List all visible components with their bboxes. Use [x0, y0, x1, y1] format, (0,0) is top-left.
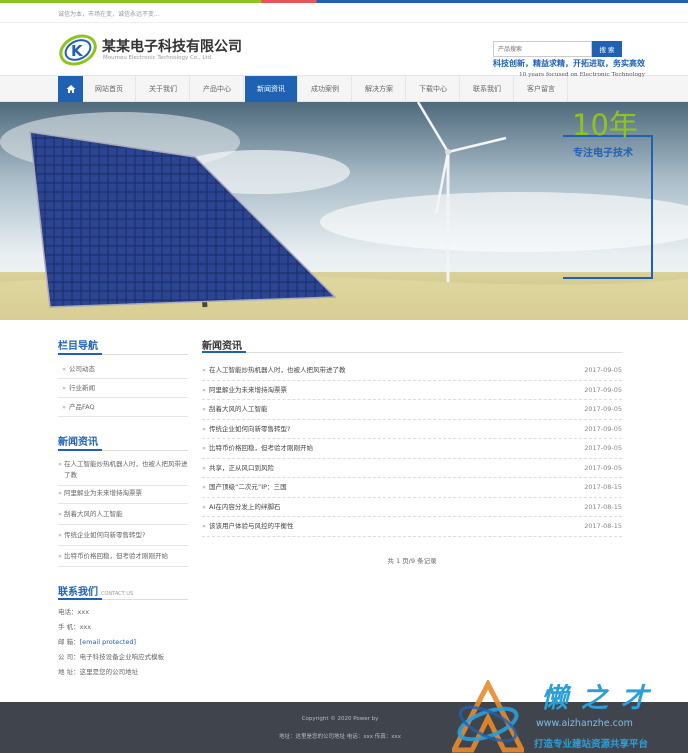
sidebar-item-company-news[interactable]: 公司动态 [58, 360, 188, 379]
contact-title-en: CONTACT US [101, 591, 134, 597]
news-title-link[interactable]: 比特币价格回稳，但考验才刚刚开始 [202, 439, 313, 458]
contact-email-label: 邮 箱： [58, 638, 80, 646]
news-row[interactable]: AI在内容分发上的绊脚石 2017-08-15 [202, 498, 622, 517]
sidebar-news-title: 新闻资讯 [58, 437, 98, 448]
banner-years: 10年 [572, 108, 638, 142]
news-date: 2017-09-05 [584, 366, 622, 374]
news-date: 2017-09-05 [584, 424, 622, 433]
watermark-slogan: 打造专业建站资源共享平台 [534, 739, 649, 750]
sidebar-contact-title: 联系我们 CONTACT US [58, 583, 133, 598]
sidebar-news-item[interactable]: 阿里解业为未来增持淘票票 [58, 485, 188, 504]
news-title-link[interactable]: 共享，正从风口到风险 [202, 459, 274, 478]
news-date: 2017-09-05 [584, 463, 622, 472]
contact-phone: 电话：xxx [58, 606, 89, 616]
banner-headline: 科技创新，精益求精，开拓进取，务实高效 [493, 59, 645, 68]
contact-address-value: 这里是您的公司地址 [79, 668, 139, 676]
news-date: 2017-09-05 [584, 444, 622, 452]
contact-phone-value: xxx [77, 608, 90, 616]
contact-address: 地 址：这里是您的公司地址 [58, 666, 138, 676]
search-input[interactable] [493, 41, 592, 57]
news-row[interactable]: 该该用户体验与风控的平衡性 2017-08-15 [202, 517, 622, 537]
main-nav: 网站首页 关于我们 产品中心 新闻资讯 成功案例 解决方案 下载中心 联系我们 … [0, 75, 688, 102]
sidebar-contact-divider [58, 598, 188, 600]
news-date: 2017-09-05 [584, 405, 622, 413]
nav-item-about[interactable]: 关于我们 [137, 76, 190, 102]
top-slogan: 诚信为本，市场在变，诚信永远不变... [58, 11, 160, 18]
news-row[interactable]: 刮着大风的人工智能 2017-09-05 [202, 400, 622, 420]
nav-item-downloads[interactable]: 下载中心 [407, 76, 460, 102]
home-icon [66, 85, 75, 93]
company-english-name: Moumou Electronic Technology Co., Ltd. [103, 55, 213, 61]
main-news-title: 新闻资讯 [202, 341, 242, 352]
contact-email: 邮 箱：[email protected] [58, 636, 136, 646]
svg-text:K: K [71, 42, 84, 60]
contact-email-link[interactable]: [email protected] [80, 638, 137, 646]
watermark-logo-icon [452, 680, 524, 753]
contact-title-text: 联系我们 [58, 587, 98, 598]
contact-company: 公 司：电子科技设备企业响应式模板 [58, 651, 164, 661]
news-row[interactable]: 传统企业如何向新零售转型? 2017-09-05 [202, 420, 622, 439]
news-title-link[interactable]: 阿里解业为未来增持淘票票 [202, 381, 287, 400]
sidebar-news-item[interactable]: 传统企业如何向新零售转型? [58, 527, 188, 546]
news-title-link[interactable]: AI在内容分发上的绊脚石 [202, 498, 280, 517]
contact-mobile-label: 手 机： [58, 623, 80, 631]
contact-company-label: 公 司： [58, 653, 80, 661]
news-row[interactable]: 比特币价格回稳，但考验才刚刚开始 2017-09-05 [202, 439, 622, 459]
sidebar-item-faq[interactable]: 产品FAQ [58, 398, 188, 417]
sidebar-news-item[interactable]: 在人工智能炒热机器人时，也被人把风带进了教 [58, 456, 188, 486]
nav-item-home[interactable]: 网站首页 [83, 76, 136, 102]
nav-item-solutions[interactable]: 解决方案 [353, 76, 406, 102]
nav-item-contact[interactable]: 联系我们 [461, 76, 514, 102]
sidebar-news-item[interactable]: 比特币价格回稳，但考验才刚刚开始 [58, 548, 188, 567]
sidebar-nav-divider [58, 353, 188, 355]
nav-item-message[interactable]: 客户留言 [515, 76, 568, 102]
news-date: 2017-09-05 [584, 385, 622, 394]
contact-address-label: 地 址： [58, 668, 80, 676]
news-date: 2017-08-15 [584, 522, 622, 530]
news-row[interactable]: 阿里解业为未来增持淘票票 2017-09-05 [202, 381, 622, 400]
nav-item-products[interactable]: 产品中心 [191, 76, 244, 102]
nav-item-news[interactable]: 新闻资讯 [245, 76, 298, 102]
sidebar-nav-title: 栏目导航 [58, 341, 98, 352]
news-title-link[interactable]: 传统企业如何向新零售转型? [202, 420, 290, 439]
pagination-summary: 共 1 页/9 条记录 [387, 557, 437, 565]
banner-focus: 专注电子技术 [573, 148, 633, 159]
banner-tagline: 10 years focused on Electronic Technolog… [518, 72, 645, 78]
sidebar-item-industry-news[interactable]: 行业新闻 [58, 379, 188, 398]
top-bar: 诚信为本，市场在变，诚信永远不变... [0, 3, 688, 23]
news-title-link[interactable]: 在人工智能炒热机器人时，也被人把风带进了教 [202, 361, 345, 380]
watermark-brand: 懒之才 [541, 683, 661, 714]
nav-item-cases[interactable]: 成功案例 [299, 76, 352, 102]
sidebar-news-item[interactable]: 刮着大风的人工智能 [58, 506, 188, 525]
company-name[interactable]: 某某电子科技有限公司 [102, 36, 242, 56]
search-button[interactable]: 搜 索 [592, 41, 622, 57]
news-date: 2017-08-15 [584, 483, 622, 491]
news-title-link[interactable]: 刮着大风的人工智能 [202, 400, 267, 419]
contact-phone-label: 电话： [58, 608, 78, 616]
news-row[interactable]: 在人工智能炒热机器人时，也被人把风带进了教 2017-09-05 [202, 361, 622, 381]
contact-mobile: 手 机：xxx [58, 621, 91, 631]
company-logo-icon[interactable]: K [58, 34, 98, 66]
news-row[interactable]: 共享，正从风口到风险 2017-09-05 [202, 459, 622, 478]
contact-company-value: 电子科技设备企业响应式模板 [79, 653, 165, 661]
news-date: 2017-08-15 [584, 502, 622, 511]
news-title-link[interactable]: 国产顶级“二次元”IP：三国 [202, 478, 287, 497]
nav-home-button[interactable] [58, 76, 83, 102]
sidebar-news-divider [58, 449, 188, 451]
contact-mobile-value: xxx [79, 623, 92, 631]
news-row[interactable]: 国产顶级“二次元”IP：三国 2017-08-15 [202, 478, 622, 498]
main-news-divider [202, 351, 622, 353]
watermark-url: www.aizhanzhe.com [536, 718, 633, 729]
news-title-link[interactable]: 该该用户体验与风控的平衡性 [202, 517, 293, 536]
